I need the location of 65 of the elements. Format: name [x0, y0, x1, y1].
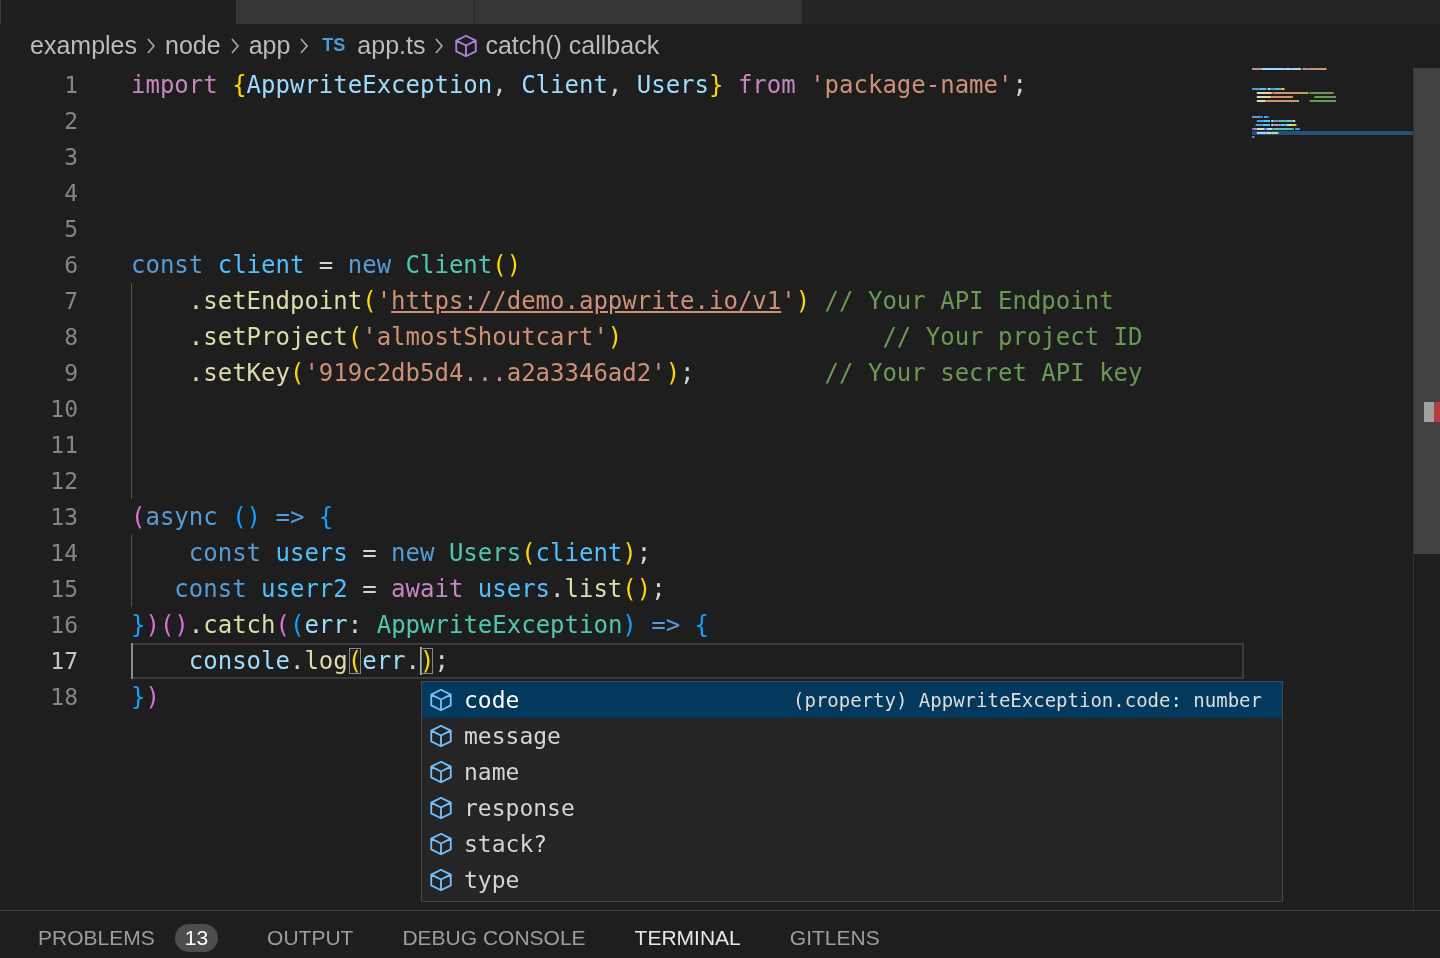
panel-tab[interactable]: DEBUG CONSOLE	[402, 926, 586, 950]
line-number: 18	[49, 683, 79, 712]
line-number: 13	[49, 503, 79, 532]
property-icon	[428, 723, 454, 749]
line-number: 12	[49, 467, 79, 496]
scrollbar-thumb[interactable]	[1414, 68, 1440, 554]
property-icon	[428, 867, 454, 893]
line-number: 16	[49, 611, 79, 640]
panel-tab[interactable]: OUTPUT	[267, 926, 354, 950]
editor-tab[interactable]	[0, 0, 237, 24]
line-number: 7	[63, 287, 79, 316]
suggestion-label: name	[464, 759, 520, 785]
code-line: const userr2 = await users.list();	[173, 574, 666, 605]
line-number: 2	[63, 107, 79, 136]
suggestion-detail: (property) AppwriteException.code: number	[793, 689, 1262, 711]
code-line: const users = new Users(client);	[187, 538, 652, 569]
panel-tab[interactable]: GITLENS	[789, 926, 880, 950]
line-number: 9	[63, 359, 79, 388]
breadcrumb-item[interactable]: catch() callback	[485, 31, 660, 60]
suggestion-item[interactable]: response	[422, 790, 1282, 826]
line-number: 1	[63, 71, 79, 100]
count-badge: 13	[174, 924, 219, 952]
line-number: 8	[63, 323, 79, 352]
code-line: const client = new Client()	[131, 250, 522, 281]
suggestion-label: type	[464, 867, 520, 893]
line-number: 6	[63, 251, 79, 280]
code-line: .setKey('919c2db5d4...a2a3346ad2'); // Your secret API key	[187, 358, 1143, 389]
symbol-icon	[453, 32, 480, 59]
property-icon	[428, 795, 454, 821]
suggestion-item[interactable]: stack?	[422, 826, 1282, 862]
suggestion-item[interactable]: type	[422, 862, 1282, 898]
suggestion-item[interactable]: name	[422, 754, 1282, 790]
line-number: 17	[49, 647, 79, 676]
breadcrumb-item[interactable]: node	[165, 31, 221, 60]
property-icon	[428, 687, 454, 713]
code-line: console.log(err.);	[187, 646, 449, 677]
overview-marker	[1424, 402, 1440, 422]
breadcrumb-item[interactable]: app.ts	[357, 31, 426, 60]
file-type-label: TS	[322, 35, 346, 56]
line-number: 14	[49, 539, 79, 568]
line-number: 11	[49, 431, 79, 460]
property-icon	[428, 831, 454, 857]
code-line: (async () => {	[131, 502, 334, 533]
suggestion-label: message	[464, 723, 561, 749]
code-line: import {AppwriteException, Client, Users} from 'package-name';	[131, 70, 1027, 101]
line-number: 5	[63, 215, 79, 244]
breadcrumb-item[interactable]: app	[248, 31, 291, 60]
code-line: })().catch((err: AppwriteException) => {	[131, 610, 710, 641]
panel-tab[interactable]: PROBLEMS	[38, 926, 155, 950]
line-number: 15	[49, 575, 79, 604]
property-icon	[428, 759, 454, 785]
suggestion-label: code	[464, 687, 520, 713]
editor-tab[interactable]	[237, 0, 475, 24]
line-number: 4	[63, 179, 79, 208]
code-line: .setEndpoint('https://demo.appwrite.io/v1') // Your API Endpoint	[187, 286, 1114, 317]
line-number: 3	[63, 143, 79, 172]
code-line: .setProject('almostShoutcart') // Your project ID	[187, 322, 1143, 353]
suggestion-label: response	[464, 795, 575, 821]
code-line: })	[131, 682, 160, 713]
line-number: 10	[49, 395, 79, 424]
suggestion-item[interactable]: code (property) AppwriteException.code: number	[422, 682, 1282, 718]
suggestion-label: stack?	[464, 831, 548, 857]
suggestion-item[interactable]: message	[422, 718, 1282, 754]
breadcrumb-item[interactable]: examples	[30, 31, 137, 60]
panel-tab[interactable]: TERMINAL	[634, 926, 741, 950]
